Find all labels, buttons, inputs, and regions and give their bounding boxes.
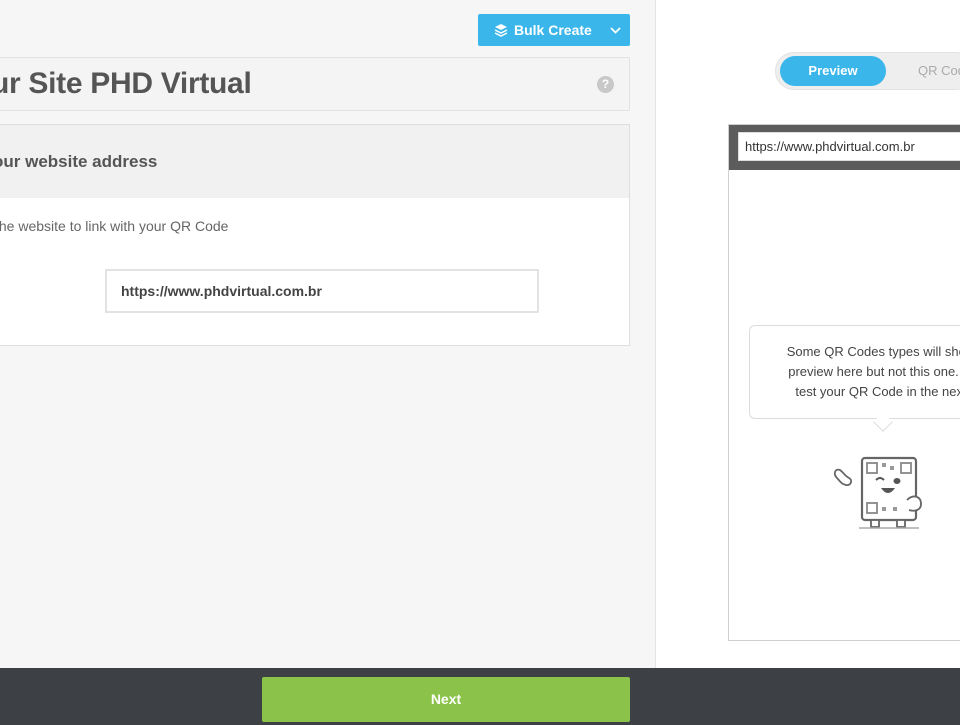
bulk-create-button[interactable]: Bulk Create <box>478 14 630 46</box>
footer-bar: Next <box>0 668 960 725</box>
next-button[interactable]: Next <box>262 677 630 722</box>
tab-preview[interactable]: Preview <box>780 56 886 86</box>
url-input[interactable] <box>105 269 539 313</box>
info-bubble: Some QR Codes types will show preview he… <box>749 325 960 419</box>
editor-panel: Bulk Create ur Site PHD Virtual ? our we… <box>0 0 655 668</box>
layers-icon <box>494 24 508 37</box>
qr-mascot-icon <box>833 456 922 529</box>
card-heading: our website address <box>0 152 158 171</box>
website-card: our website address the website to link … <box>0 124 630 346</box>
help-icon[interactable]: ? <box>597 76 614 93</box>
bubble-line: test your QR Code in the next <box>795 384 960 399</box>
qr-name-box[interactable]: ur Site PHD Virtual <box>0 57 630 111</box>
tab-qr-code[interactable]: QR Cod <box>918 56 960 86</box>
page-title: ur Site PHD Virtual <box>0 67 252 100</box>
phone-preview: https://www.phdvirtual.com.br Some QR Co… <box>728 124 960 641</box>
bulk-create-label: Bulk Create <box>514 22 592 38</box>
bubble-line: Some QR Codes types will show <box>786 344 960 359</box>
chevron-down-icon[interactable] <box>600 14 630 46</box>
card-header: our website address <box>0 125 629 198</box>
bubble-line: preview here but not this one. Vi <box>788 364 960 379</box>
card-description: the website to link with your QR Code <box>0 218 229 234</box>
preview-panel: Preview QR Cod https://www.phdvirtual.co… <box>655 0 960 668</box>
browser-bar: https://www.phdvirtual.com.br <box>729 125 960 170</box>
preview-toggle: Preview QR Cod <box>775 52 960 90</box>
browser-address: https://www.phdvirtual.com.br <box>738 132 960 161</box>
